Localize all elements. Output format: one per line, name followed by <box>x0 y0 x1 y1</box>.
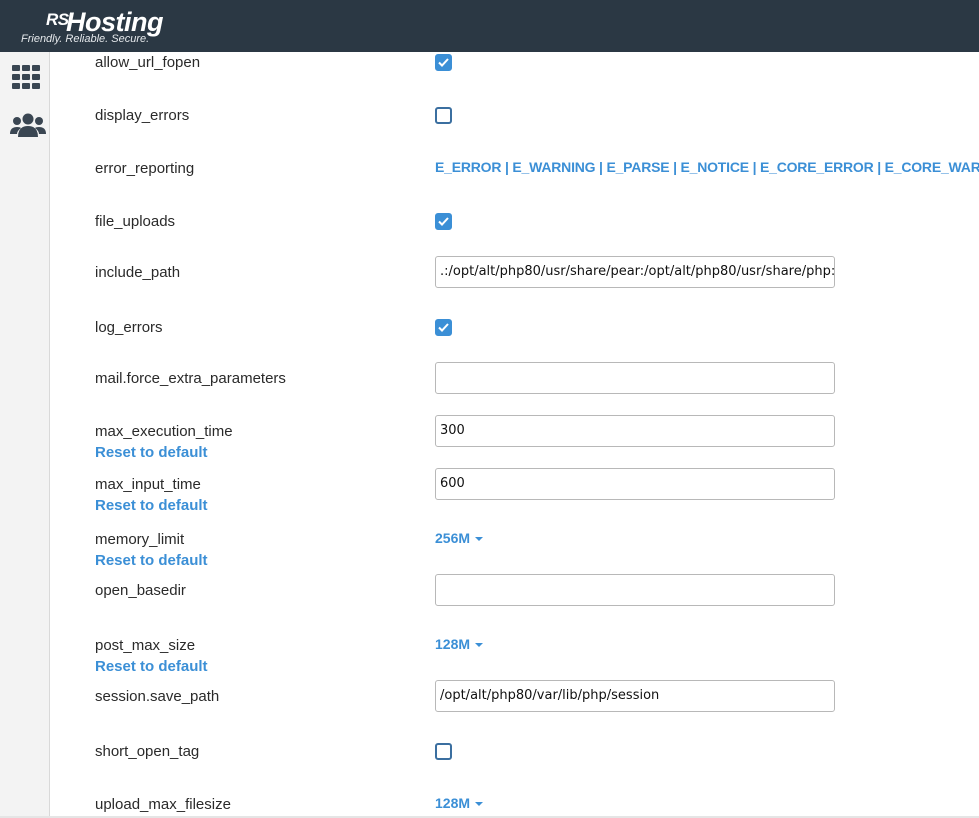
setting-label-max-execution-time: max_execution_time <box>95 423 233 440</box>
log-errors-checkbox[interactable] <box>435 319 452 336</box>
logo-tagline: Friendly. Reliable. Secure. <box>21 33 150 45</box>
setting-label-open-basedir: open_basedir <box>95 582 186 599</box>
setting-label-session-save-path: session.save_path <box>95 688 220 705</box>
post-max-size-value: 128M <box>435 636 471 652</box>
memory-limit-value: 256M <box>435 530 471 546</box>
post-max-size-dropdown[interactable]: 128M <box>435 636 484 652</box>
display-errors-checkbox[interactable] <box>435 107 452 124</box>
error-reporting-value-link[interactable]: E_ERROR | E_WARNING | E_PARSE | E_NOTICE… <box>435 159 979 175</box>
open-basedir-input[interactable] <box>435 574 835 606</box>
max-input-time-input[interactable]: 600 <box>435 468 835 500</box>
top-bar: RS Hosting Friendly. Reliable. Secure. <box>0 0 979 52</box>
setting-label-memory-limit: memory_limit <box>95 531 185 548</box>
setting-label-include-path: include_path <box>95 264 181 281</box>
post-max-size-reset-link[interactable]: Reset to default <box>95 658 208 675</box>
memory-limit-reset-link[interactable]: Reset to default <box>95 552 208 569</box>
setting-label-max-input-time: max_input_time <box>95 476 201 493</box>
setting-label-log-errors: log_errors <box>95 319 163 336</box>
max-input-time-reset-link[interactable]: Reset to default <box>95 497 208 514</box>
apps-grid-icon[interactable] <box>12 65 46 95</box>
setting-label-short-open-tag: short_open_tag <box>95 743 200 760</box>
setting-label-post-max-size: post_max_size <box>95 637 196 654</box>
mail-force-extra-parameters-input[interactable] <box>435 362 835 394</box>
max-execution-time-input[interactable]: 300 <box>435 415 835 447</box>
checkmark-icon <box>438 323 449 332</box>
max-execution-time-reset-link[interactable]: Reset to default <box>95 444 208 461</box>
chevron-down-icon <box>475 802 484 807</box>
allow-url-fopen-checkbox[interactable] <box>435 54 452 71</box>
file-uploads-checkbox[interactable] <box>435 213 452 230</box>
setting-label-error-reporting: error_reporting <box>95 160 195 177</box>
session-save-path-input[interactable]: /opt/alt/php80/var/lib/php/session <box>435 680 835 712</box>
checkmark-icon <box>438 58 449 67</box>
include-path-input[interactable]: .:/opt/alt/php80/usr/share/pear:/opt/alt… <box>435 256 835 288</box>
checkmark-icon <box>438 217 449 226</box>
setting-label-file-uploads: file_uploads <box>95 213 176 230</box>
setting-label-allow-url-fopen: allow_url_fopen <box>95 54 201 71</box>
upload-max-filesize-value: 128M <box>435 795 471 811</box>
chevron-down-icon <box>475 643 484 648</box>
chevron-down-icon <box>475 537 484 542</box>
memory-limit-dropdown[interactable]: 256M <box>435 530 484 546</box>
sidebar <box>0 52 50 818</box>
setting-label-mail-force-extra-parameters: mail.force_extra_parameters <box>95 370 286 387</box>
setting-label-display-errors: display_errors <box>95 107 190 124</box>
short-open-tag-checkbox[interactable] <box>435 743 452 760</box>
users-icon[interactable] <box>10 112 46 142</box>
setting-label-upload-max-filesize: upload_max_filesize <box>95 796 231 813</box>
upload-max-filesize-dropdown[interactable]: 128M <box>435 795 484 811</box>
